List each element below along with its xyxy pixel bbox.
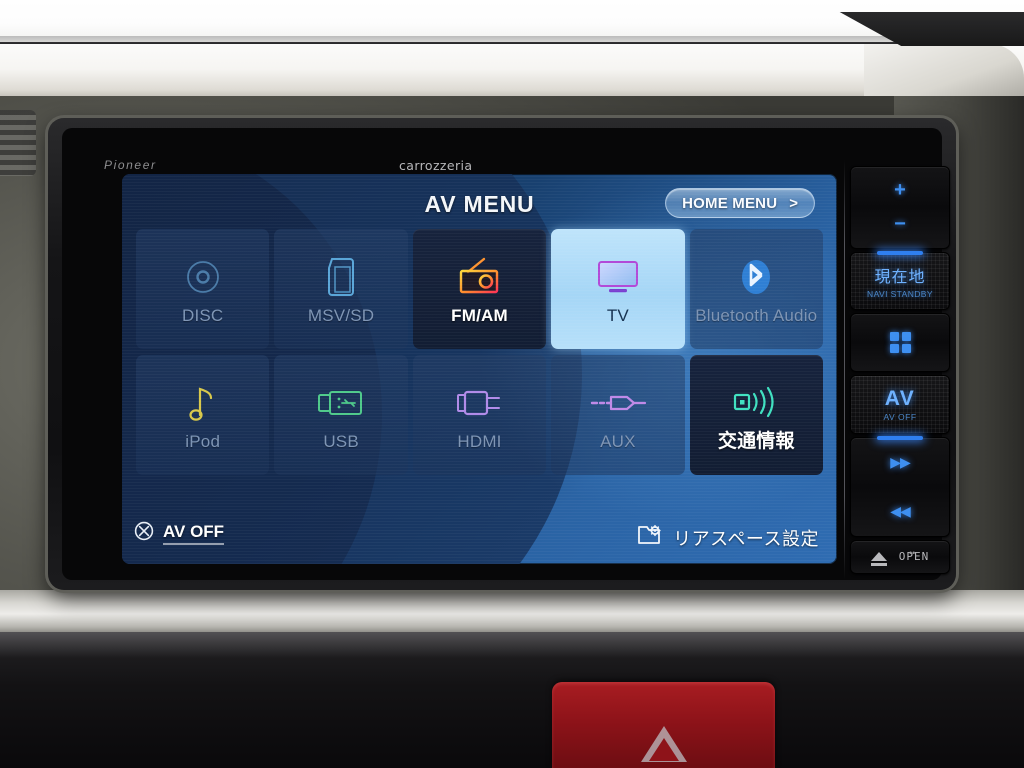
grid-menu-icon bbox=[889, 332, 911, 354]
lcd-screen[interactable]: AV MENU HOME MENU > DISC MSV/SD FM/AM TV… bbox=[122, 174, 837, 564]
source-tile-traffic-info[interactable]: 交通情報 bbox=[689, 355, 823, 475]
track-skip-button[interactable]: ▶▶ ◀◀ bbox=[850, 435, 950, 537]
home-menu-button[interactable]: HOME MENU > bbox=[665, 188, 815, 218]
faceplate-divider bbox=[844, 160, 845, 580]
navi-led-indicator bbox=[877, 250, 923, 255]
source-tile-ipod[interactable]: iPod bbox=[136, 355, 270, 475]
home-menu-label: HOME MENU bbox=[682, 194, 778, 212]
rear-space-settings-label: リアスペース設定 bbox=[673, 528, 819, 550]
dashboard-lower-sheen bbox=[0, 632, 1024, 658]
source-label-hdmi: HDMI bbox=[457, 431, 502, 451]
navi-current-location-button[interactable]: 現在地 NAVI STANDBY bbox=[850, 250, 950, 311]
air-vent bbox=[0, 110, 36, 176]
pioneer-logo: Pioneer bbox=[104, 158, 157, 172]
source-tile-usb[interactable]: USB bbox=[274, 355, 408, 475]
source-label-traffic-info: 交通情報 bbox=[717, 430, 795, 452]
screen-content: AV MENU HOME MENU > DISC MSV/SD FM/AM TV… bbox=[122, 174, 837, 564]
chevron-right-icon: > bbox=[789, 194, 798, 212]
av-source-button[interactable]: AV AV OFF bbox=[850, 375, 950, 434]
dashboard-silver-strip bbox=[0, 590, 1024, 636]
source-label-bluetooth-audio: Bluetooth Audio bbox=[695, 305, 818, 325]
usb-icon bbox=[315, 379, 367, 427]
source-tile-grid: DISC MSV/SD FM/AM TV Bluetooth Audio iPo… bbox=[136, 229, 823, 475]
open-dash-icon: •• bbox=[909, 547, 916, 558]
menu-grid-button[interactable] bbox=[850, 313, 950, 373]
av-off-button[interactable]: AV OFF bbox=[134, 521, 225, 546]
folder-gear-icon bbox=[637, 523, 663, 552]
broadcast-icon bbox=[729, 378, 783, 426]
head-unit-faceplate: Pioneer carrozzeria AV MENU HOME MENU > bbox=[62, 128, 950, 580]
dashboard-trim-corner bbox=[864, 44, 1024, 102]
source-label-disc: DISC bbox=[181, 305, 224, 325]
hazard-triangle-inner bbox=[648, 738, 679, 761]
source-tile-msvsd[interactable]: MSV/SD bbox=[274, 229, 408, 349]
source-tile-disc[interactable]: DISC bbox=[136, 229, 270, 349]
circle-x-icon bbox=[134, 521, 154, 546]
disc-icon bbox=[183, 253, 223, 301]
source-tile-aux[interactable]: AUX bbox=[551, 355, 685, 475]
head-unit: Pioneer carrozzeria AV MENU HOME MENU > bbox=[48, 118, 956, 590]
source-tile-tv[interactable]: TV bbox=[551, 229, 685, 349]
source-label-tv: TV bbox=[606, 305, 629, 325]
rear-space-settings-button[interactable]: リアスペース設定 bbox=[637, 523, 819, 552]
track-previous-icon[interactable]: ◀◀ bbox=[890, 503, 911, 520]
music-note-icon bbox=[187, 379, 219, 427]
source-label-ipod: iPod bbox=[185, 431, 221, 451]
radio-icon bbox=[454, 253, 504, 301]
bluetooth-icon bbox=[738, 253, 774, 301]
sd-card-icon bbox=[323, 253, 359, 301]
brand-row: Pioneer carrozzeria bbox=[62, 128, 942, 173]
source-label-usb: USB bbox=[323, 431, 359, 451]
av-button-label: AV bbox=[884, 386, 916, 410]
source-tile-fmam[interactable]: FM/AM bbox=[412, 229, 547, 349]
car-dashboard: Pioneer carrozzeria AV MENU HOME MENU > bbox=[0, 0, 1024, 768]
track-led-indicator bbox=[877, 435, 923, 440]
hazard-light-button[interactable] bbox=[552, 682, 775, 768]
navi-label: 現在地 bbox=[874, 267, 926, 287]
source-label-msvsd: MSV/SD bbox=[307, 305, 375, 325]
source-tile-hdmi[interactable]: HDMI bbox=[412, 355, 547, 475]
hdmi-plug-icon bbox=[452, 379, 506, 427]
volume-down-icon[interactable]: − bbox=[894, 213, 906, 236]
navi-standby-label: NAVI STANDBY bbox=[867, 289, 933, 300]
track-next-icon[interactable]: ▶▶ bbox=[890, 454, 911, 471]
volume-up-icon[interactable]: + bbox=[894, 179, 906, 202]
television-icon bbox=[594, 253, 642, 301]
volume-rocker-button[interactable]: + − bbox=[850, 166, 950, 249]
hardware-button-column: + − 現在地 NAVI STANDBY AV AV OFF ▶▶ ◀◀ •• … bbox=[850, 166, 950, 575]
source-label-aux: AUX bbox=[600, 431, 636, 451]
source-tile-bluetooth-audio[interactable]: Bluetooth Audio bbox=[689, 229, 823, 349]
av-off-sub-label: AV OFF bbox=[883, 411, 917, 422]
av-off-label: AV OFF bbox=[163, 522, 225, 545]
source-label-fmam: FM/AM bbox=[451, 305, 508, 325]
eject-open-button[interactable]: •• OPEN bbox=[850, 539, 950, 575]
eject-icon bbox=[870, 552, 887, 567]
aux-jack-icon bbox=[588, 379, 648, 427]
carrozzeria-logo: carrozzeria bbox=[399, 158, 473, 173]
